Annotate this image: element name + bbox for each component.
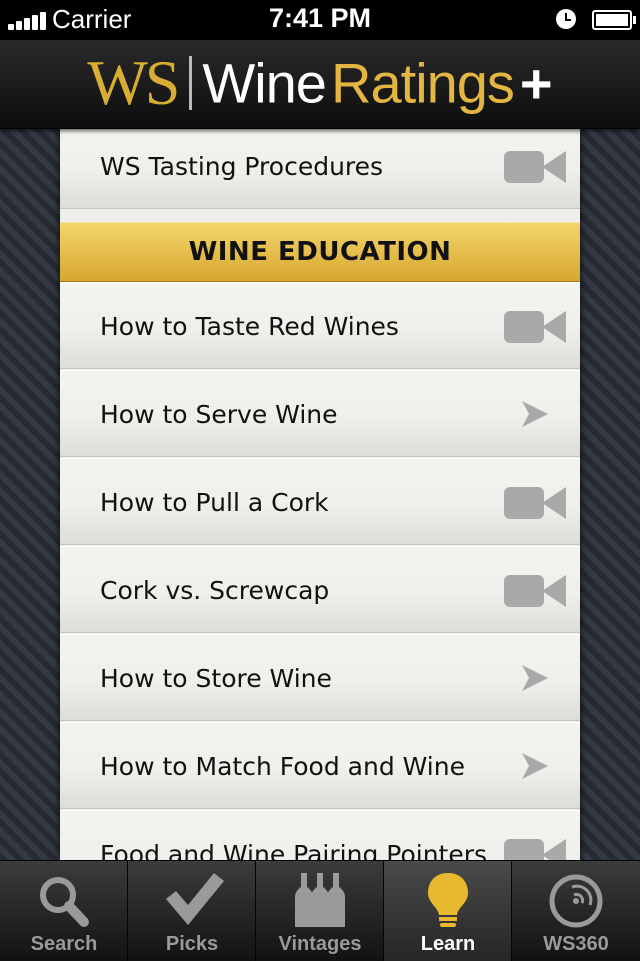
tab-picks[interactable]: Picks: [128, 861, 256, 961]
bottles-icon: [295, 873, 345, 927]
tab-label: Vintages: [278, 933, 362, 955]
logo-plus: +: [519, 51, 553, 115]
tab-bar: Search Picks Vintages Learn WS360: [0, 860, 640, 961]
checkmark-icon: [166, 873, 224, 925]
logo-wine: Wine: [202, 51, 327, 115]
magnifier-icon: [40, 877, 89, 927]
logo-ratings: Ratings: [331, 51, 515, 115]
list-item-label: Cork vs. Screwcap: [100, 576, 330, 605]
video-icon: [504, 839, 566, 860]
chevron-right-icon: [522, 401, 548, 427]
list-item-label: How to Pull a Cork: [100, 488, 329, 517]
list-item-food-and-wine-pairing-pointers[interactable]: Food and Wine Pairing Pointers: [60, 810, 580, 860]
tab-learn[interactable]: Learn: [384, 861, 512, 961]
list-item-how-to-serve-wine[interactable]: How to Serve Wine: [60, 370, 580, 457]
list-item-how-to-pull-a-cork[interactable]: How to Pull a Cork: [60, 458, 580, 545]
list-item-label: How to Match Food and Wine: [100, 752, 465, 781]
list-item-cork-vs-screwcap[interactable]: Cork vs. Screwcap: [60, 546, 580, 633]
tab-vintages[interactable]: Vintages: [256, 861, 384, 961]
list-item-label: How to Taste Red Wines: [100, 312, 399, 341]
logo-divider: [189, 56, 193, 110]
video-icon: [504, 487, 566, 519]
learn-list[interactable]: WS Tasting Procedures WINE EDUCATION How…: [60, 128, 580, 860]
tab-label: Search: [30, 933, 98, 955]
list-item-label: How to Serve Wine: [100, 400, 338, 429]
list-item-label: How to Store Wine: [100, 664, 332, 693]
tab-ws360[interactable]: WS360: [512, 861, 640, 961]
chevron-right-icon: [522, 665, 548, 691]
tab-label: Learn: [420, 933, 476, 955]
list-item-label: WS Tasting Procedures: [100, 152, 384, 181]
status-time: 7:41 PM: [268, 3, 372, 33]
section-header-wine-education: WINE EDUCATION: [60, 222, 580, 282]
battery-icon: [592, 10, 636, 30]
list-item-ws-tasting-procedures[interactable]: WS Tasting Procedures: [60, 128, 580, 209]
ws360-icon: [549, 874, 603, 928]
app-header: WS Wine Ratings +: [0, 40, 640, 129]
list-item-how-to-store-wine[interactable]: How to Store Wine: [60, 634, 580, 721]
tab-search[interactable]: Search: [0, 861, 128, 961]
section-title: WINE EDUCATION: [188, 237, 452, 267]
tab-label: WS360: [543, 933, 609, 955]
status-bar: Carrier 7:41 PM: [0, 0, 640, 40]
alarm-icon: [556, 9, 576, 29]
video-icon: [504, 311, 566, 343]
lightbulb-icon: [428, 873, 468, 927]
logo-ws: WS: [87, 47, 180, 118]
list-item-label: Food and Wine Pairing Pointers: [100, 840, 488, 860]
list-item-how-to-taste-red-wines[interactable]: How to Taste Red Wines: [60, 282, 580, 369]
app-logo: WS Wine Ratings +: [0, 46, 640, 120]
list-item-how-to-match-food-and-wine[interactable]: How to Match Food and Wine: [60, 722, 580, 809]
video-icon: [504, 575, 566, 607]
video-icon: [504, 151, 566, 183]
tab-label: Picks: [165, 933, 219, 955]
chevron-right-icon: [522, 753, 548, 779]
